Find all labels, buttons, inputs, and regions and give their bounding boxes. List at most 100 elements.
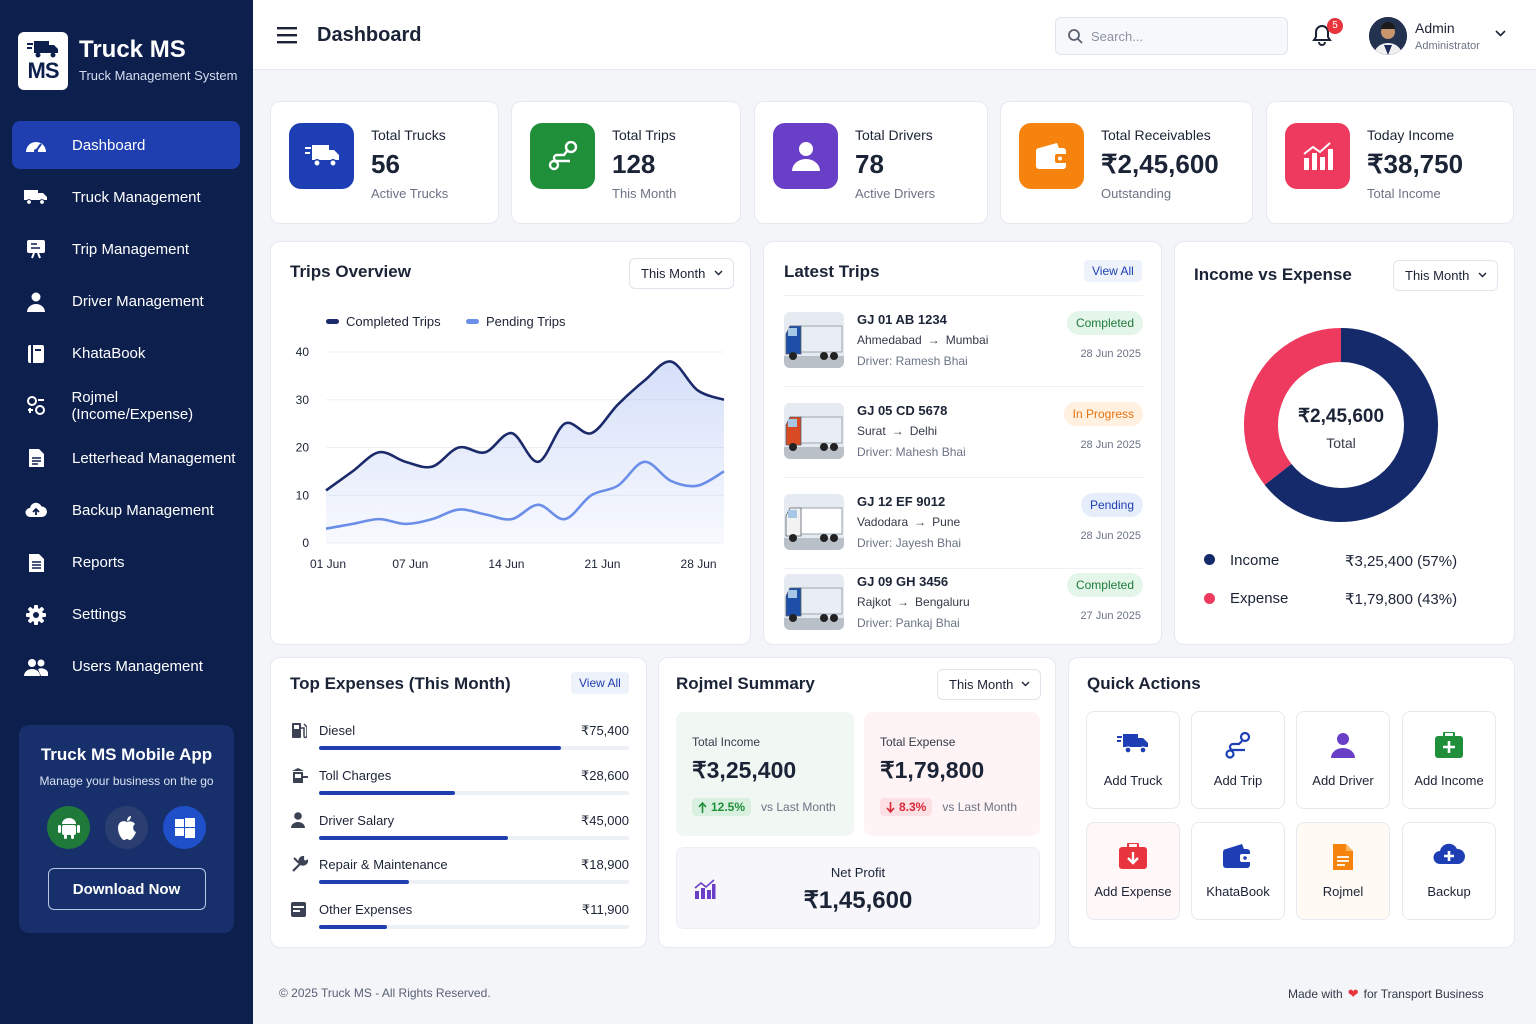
sidebar-item-khatabook[interactable]: KhataBook bbox=[12, 330, 240, 378]
legend-value: ₹3,25,400 (57%) bbox=[1345, 553, 1458, 570]
expense-row[interactable]: Repair & Maintenance ₹18,900 bbox=[291, 853, 629, 893]
download-now-button[interactable]: Download Now bbox=[47, 868, 206, 910]
trip-from: Ahmedabad bbox=[857, 333, 922, 347]
sidebar-item-users[interactable]: Users Management bbox=[12, 643, 240, 691]
truck-logo-icon bbox=[27, 41, 58, 58]
trip-row[interactable]: GJ 05 CD 5678 Surat → Delhi Driver: Mahesh B… bbox=[784, 402, 1143, 481]
add-driver-button[interactable]: Add Driver bbox=[1296, 711, 1390, 809]
add-trip-button[interactable]: Add Trip bbox=[1191, 711, 1285, 809]
sidebar-item-label: Rojmel (Income/Expense) bbox=[71, 388, 194, 423]
sidebar-item-trip-management[interactable]: Trip Management bbox=[12, 225, 240, 273]
search-box bbox=[1055, 17, 1288, 55]
stat-card-total-drivers[interactable]: Total Drivers 78 Active Drivers bbox=[754, 101, 988, 224]
backup-button[interactable]: Backup bbox=[1402, 822, 1496, 920]
khatabook-button[interactable]: KhataBook bbox=[1191, 822, 1285, 920]
fuel-pump-icon bbox=[291, 722, 307, 739]
sidebar-item-rojmel[interactable]: Rojmel (Income/Expense) bbox=[12, 382, 240, 430]
windows-icon bbox=[174, 817, 195, 838]
stat-value: 56 bbox=[371, 149, 400, 179]
route-icon bbox=[1225, 732, 1251, 759]
trip-row[interactable]: GJ 12 EF 9012 Vadodara → Pune Driver: Jayesh… bbox=[784, 493, 1143, 572]
stat-subtext: Active Trucks bbox=[371, 186, 449, 201]
sidebar-item-truck-management[interactable]: Truck Management bbox=[12, 173, 240, 221]
add-expense-button[interactable]: Add Expense bbox=[1086, 822, 1180, 920]
sidebar-item-settings[interactable]: Settings bbox=[12, 591, 240, 639]
trip-date: 27 Jun 2025 bbox=[1080, 610, 1141, 622]
truck-icon bbox=[24, 185, 48, 209]
sidebar-item-reports[interactable]: Reports bbox=[12, 539, 240, 587]
period-dropdown[interactable]: This Month bbox=[937, 669, 1041, 700]
chevron-down-icon[interactable] bbox=[1495, 30, 1506, 37]
stat-card-total-trips[interactable]: Total Trips 128 This Month bbox=[511, 101, 741, 224]
expense-row[interactable]: Other Expenses ₹11,900 bbox=[291, 898, 629, 938]
person-icon bbox=[291, 811, 305, 828]
view-all-trips-link[interactable]: View All bbox=[1084, 260, 1142, 282]
arrow-right-icon: → bbox=[897, 595, 910, 609]
ios-store-button[interactable] bbox=[105, 806, 148, 849]
legend-dot-expense bbox=[1204, 593, 1215, 604]
card-title: Latest Trips bbox=[784, 262, 880, 281]
sidebar-item-driver-management[interactable]: Driver Management bbox=[12, 278, 240, 326]
sidebar-item-label: Truck Management bbox=[72, 188, 201, 206]
expense-row[interactable]: Toll Charges ₹28,600 bbox=[291, 764, 629, 804]
person-icon bbox=[24, 290, 48, 314]
wrench-icon bbox=[291, 856, 308, 873]
expense-amount: ₹45,000 bbox=[580, 812, 629, 828]
trip-row[interactable]: GJ 09 GH 3456 Rajkot → Bengaluru Driver: Pan… bbox=[784, 573, 1143, 652]
windows-store-button[interactable] bbox=[163, 806, 206, 849]
chevron-down-icon bbox=[1021, 681, 1030, 687]
sidebar-item-dashboard[interactable]: Dashboard bbox=[12, 121, 240, 169]
stat-card-total-trucks[interactable]: Total Trucks 56 Active Trucks bbox=[270, 101, 499, 224]
stat-value: 78 bbox=[855, 149, 884, 179]
expense-row[interactable]: Driver Salary ₹45,000 bbox=[291, 809, 629, 849]
rojmel-button[interactable]: Rojmel bbox=[1296, 822, 1390, 920]
add-truck-button[interactable]: Add Truck bbox=[1086, 711, 1180, 809]
sidebar-item-label: Settings bbox=[72, 606, 127, 624]
android-store-button[interactable] bbox=[47, 806, 90, 849]
legend-label: Income bbox=[1230, 552, 1280, 569]
avatar[interactable] bbox=[1369, 17, 1407, 55]
add-income-button[interactable]: Add Income bbox=[1402, 711, 1496, 809]
expense-row[interactable]: Diesel ₹75,400 bbox=[291, 719, 629, 759]
view-all-expenses-link[interactable]: View All bbox=[571, 672, 629, 694]
x-tick-label: 07 Jun bbox=[392, 557, 428, 571]
quick-action-label: Add Income bbox=[1414, 773, 1484, 788]
trip-vehicle-number: GJ 05 CD 5678 bbox=[857, 403, 948, 418]
period-dropdown[interactable]: This Month bbox=[629, 258, 734, 289]
trip-from: Surat bbox=[857, 424, 886, 438]
truck-icon bbox=[289, 123, 354, 189]
truck-icon bbox=[1117, 734, 1148, 754]
user-name[interactable]: Admin bbox=[1415, 20, 1455, 36]
card-title: Quick Actions bbox=[1087, 674, 1201, 693]
trips-line-chart: Completed Trips Pending Trips 0 10 20 30 40 01 … bbox=[296, 314, 725, 571]
trip-vehicle-number: GJ 09 GH 3456 bbox=[857, 574, 949, 589]
sidebar-item-letterhead[interactable]: Letterhead Management bbox=[12, 434, 240, 482]
quick-action-label: Rojmel bbox=[1322, 884, 1364, 899]
stat-label: Total Drivers bbox=[855, 127, 933, 143]
stat-card-today-income[interactable]: Today Income ₹38,750 Total Income bbox=[1266, 101, 1514, 224]
dropdown-value: This Month bbox=[641, 266, 706, 281]
stat-card-total-receivables[interactable]: Total Receivables ₹2,45,600 Outstanding bbox=[1000, 101, 1253, 224]
quick-action-label: KhataBook bbox=[1206, 884, 1270, 899]
arrow-right-icon: → bbox=[891, 424, 904, 438]
quick-action-label: Add Trip bbox=[1213, 773, 1263, 788]
logo-text: MS bbox=[27, 58, 60, 83]
stat-value: ₹2,45,600 bbox=[1101, 149, 1219, 179]
wallet-icon bbox=[1223, 844, 1252, 868]
expense-progress-fill bbox=[319, 925, 388, 930]
net-profit-value: ₹1,45,600 bbox=[803, 887, 913, 914]
app-logo[interactable]: MS bbox=[18, 32, 68, 90]
person-icon bbox=[1331, 733, 1355, 758]
hamburger-menu-icon[interactable] bbox=[277, 26, 297, 44]
trip-from: Rajkot bbox=[857, 595, 892, 609]
sidebar-item-backup[interactable]: Backup Management bbox=[12, 486, 240, 534]
arrow-right-icon: → bbox=[914, 515, 927, 529]
quick-actions-card: Quick Actions Add Truck Add Trip Add Dri… bbox=[1068, 657, 1515, 948]
search-input[interactable] bbox=[1091, 28, 1271, 44]
expense-label: Total Expense bbox=[880, 735, 956, 749]
legend-swatch bbox=[326, 319, 339, 324]
chevron-down-icon bbox=[1478, 272, 1487, 278]
trip-row[interactable]: GJ 01 AB 1234 Ahmedabad → Mumbai Driver: Ram… bbox=[784, 311, 1143, 390]
expense-progress-track bbox=[319, 790, 629, 795]
period-dropdown[interactable]: This Month bbox=[1393, 260, 1498, 291]
